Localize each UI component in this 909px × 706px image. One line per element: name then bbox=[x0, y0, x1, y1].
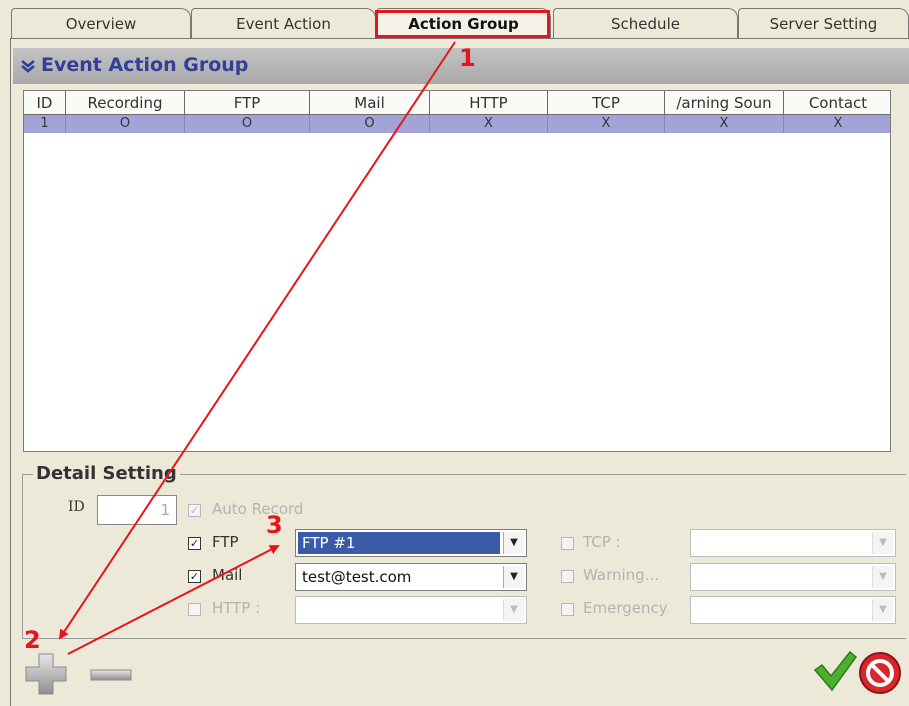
table-row[interactable]: 1 O O O X X X X bbox=[24, 115, 890, 133]
cell-http: X bbox=[430, 115, 548, 133]
cell-tcp: X bbox=[548, 115, 665, 133]
chevron-down-icon[interactable]: ▼ bbox=[503, 566, 524, 588]
cell-contact: X bbox=[833, 116, 843, 131]
tcp-checkbox[interactable] bbox=[561, 537, 574, 550]
id-field[interactable]: 1 bbox=[97, 495, 177, 525]
cancel-icon[interactable] bbox=[858, 651, 902, 695]
tab-server-setting[interactable]: Server Setting bbox=[738, 8, 909, 38]
warning-checkbox[interactable] bbox=[561, 570, 574, 583]
cell-mail: O bbox=[310, 115, 430, 133]
chevron-down-icon[interactable]: ▼ bbox=[503, 532, 524, 554]
ftp-label: FTP bbox=[212, 533, 239, 551]
http-select[interactable]: ▼ bbox=[295, 596, 527, 624]
cell-id: 1 bbox=[24, 115, 66, 133]
id-label: ID bbox=[68, 499, 85, 515]
column-header-warning-sound[interactable]: /arning Soun bbox=[665, 91, 784, 115]
emergency-checkbox[interactable] bbox=[561, 603, 574, 616]
remove-icon[interactable] bbox=[90, 668, 132, 682]
tab-overview[interactable]: Overview bbox=[11, 8, 191, 38]
http-checkbox[interactable] bbox=[188, 603, 201, 616]
ftp-checkbox[interactable]: ✓ bbox=[188, 537, 201, 550]
auto-record-checkbox[interactable]: ✓ bbox=[188, 504, 201, 517]
checkmark-icon[interactable] bbox=[812, 648, 858, 694]
warning-select-value bbox=[693, 566, 869, 588]
emergency-select-value bbox=[693, 599, 869, 621]
column-header-ftp[interactable]: FTP bbox=[185, 91, 310, 115]
cell-ftp: O bbox=[185, 115, 310, 133]
warning-select[interactable]: ▼ bbox=[690, 563, 896, 591]
tab-action-group[interactable]: Action Group bbox=[376, 8, 551, 38]
tcp-select-value bbox=[693, 532, 869, 554]
tcp-label: TCP : bbox=[583, 533, 621, 551]
add-icon[interactable] bbox=[24, 652, 68, 696]
collapse-chevron-icon[interactable] bbox=[20, 58, 36, 74]
action-group-table: ID Recording FTP Mail HTTP TCP /arning S… bbox=[23, 90, 891, 452]
annotation-step-3: 3 bbox=[266, 511, 283, 539]
column-header-contact[interactable]: Contact bbox=[784, 91, 890, 115]
http-select-value bbox=[298, 599, 500, 621]
tab-event-action[interactable]: Event Action bbox=[191, 8, 376, 38]
detail-setting-legend: Detail Setting bbox=[33, 463, 180, 484]
mail-select[interactable]: test@test.com ▼ bbox=[295, 563, 527, 591]
cell-recording: O bbox=[66, 115, 185, 133]
tcp-select[interactable]: ▼ bbox=[690, 529, 896, 557]
chevron-down-icon[interactable]: ▼ bbox=[872, 532, 893, 554]
table-header: ID Recording FTP Mail HTTP TCP /arning S… bbox=[24, 91, 890, 115]
chevron-down-icon[interactable]: ▼ bbox=[872, 566, 893, 588]
section-title: Event Action Group bbox=[41, 54, 249, 76]
chevron-down-icon[interactable]: ▼ bbox=[872, 599, 893, 621]
column-header-recording[interactable]: Recording bbox=[66, 91, 185, 115]
annotation-step-1: 1 bbox=[459, 44, 476, 72]
cell-warning-sound: X bbox=[665, 115, 784, 133]
tab-bar: Overview Event Action Action Group Sched… bbox=[0, 0, 909, 40]
ftp-select[interactable]: FTP #1 ▼ bbox=[295, 529, 527, 557]
emergency-label: Emergency bbox=[583, 599, 668, 617]
annotation-step-2: 2 bbox=[24, 626, 41, 654]
http-label: HTTP : bbox=[212, 599, 261, 617]
chevron-down-icon[interactable]: ▼ bbox=[503, 599, 524, 621]
mail-checkbox[interactable]: ✓ bbox=[188, 570, 201, 583]
tab-schedule[interactable]: Schedule bbox=[553, 8, 738, 38]
column-header-tcp[interactable]: TCP bbox=[548, 91, 665, 115]
emergency-select[interactable]: ▼ bbox=[690, 596, 896, 624]
auto-record-label: Auto Record bbox=[212, 500, 304, 518]
column-header-http[interactable]: HTTP bbox=[430, 91, 548, 115]
mail-label: Mail bbox=[212, 566, 243, 584]
column-header-mail[interactable]: Mail bbox=[310, 91, 430, 115]
mail-select-value: test@test.com bbox=[302, 568, 412, 586]
ftp-select-value: FTP #1 bbox=[298, 532, 500, 554]
column-header-id[interactable]: ID bbox=[24, 91, 66, 115]
warning-label: Warning... bbox=[583, 566, 659, 584]
